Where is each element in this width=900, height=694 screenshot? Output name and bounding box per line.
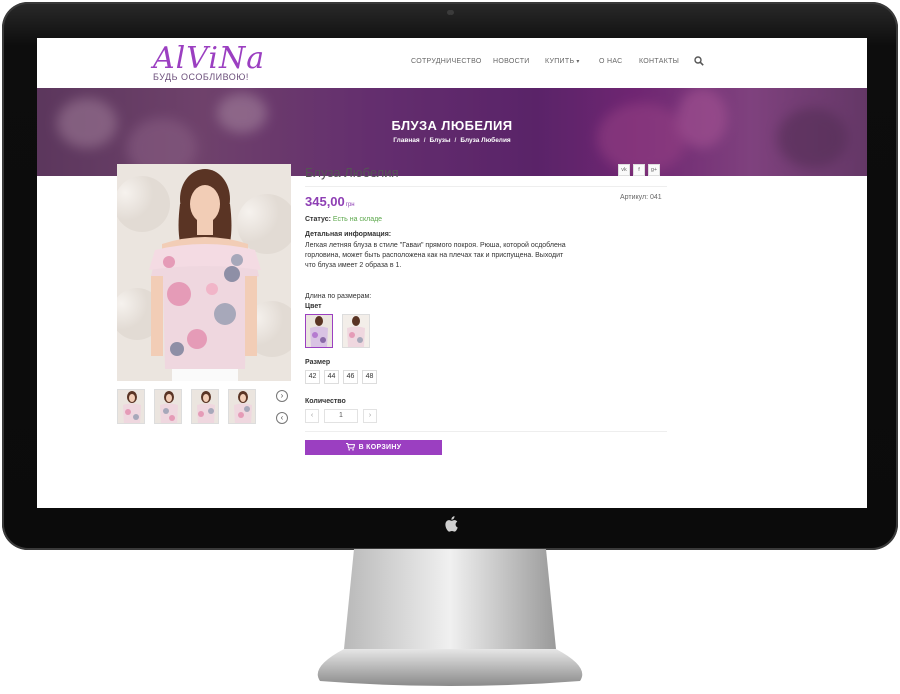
chevron-down-icon: ▾ bbox=[576, 59, 580, 65]
details-description: Легкая летняя блуза в стиле "Гаваи" прям… bbox=[305, 242, 566, 269]
page-title: БЛУЗА ЛЮБЕЛИЯ bbox=[391, 118, 513, 133]
nav-item-contacts[interactable]: КОНТАКТЫ bbox=[639, 58, 679, 65]
thumbnail-image bbox=[118, 390, 144, 423]
color-label: Цвет bbox=[305, 303, 322, 310]
swatch-image bbox=[306, 315, 332, 347]
price-currency: грн bbox=[345, 202, 355, 208]
breadcrumb-separator: / bbox=[423, 137, 426, 144]
share-facebook-button[interactable]: f bbox=[633, 164, 645, 176]
product-title: Блуза Любелия bbox=[305, 165, 399, 180]
size-option[interactable]: 42 bbox=[305, 370, 320, 384]
length-label: Длина по размерам: bbox=[305, 293, 372, 300]
thumbnail-image bbox=[155, 390, 181, 423]
quantity-input[interactable]: 1 bbox=[324, 409, 358, 423]
google-plus-icon: g+ bbox=[650, 167, 658, 173]
nav-item-about[interactable]: О НАС bbox=[599, 58, 623, 65]
apple-logo-icon bbox=[445, 516, 458, 532]
share-vk-button[interactable]: vk bbox=[618, 164, 630, 176]
thumbnail-image bbox=[192, 390, 218, 423]
monitor-bezel: AlViNa БУДЬ ОСОБЛИВОЮ! СОТРУДНИЧЕСТВО НО… bbox=[2, 2, 898, 550]
chevron-right-icon: › bbox=[368, 412, 372, 419]
add-to-cart-button[interactable]: В КОРЗИНУ bbox=[305, 440, 442, 455]
nav-item-cooperation[interactable]: СОТРУДНИЧЕСТВО bbox=[411, 58, 482, 65]
nav-label: О НАС bbox=[599, 58, 623, 65]
page-hero-banner: БЛУЗА ЛЮБЕЛИЯ Главная / Блузы / Блуза Любели… bbox=[37, 88, 867, 176]
product-sku: Артикул: 041 bbox=[620, 194, 662, 201]
chevron-right-icon: › bbox=[280, 391, 284, 400]
breadcrumb: Главная / Блузы / Блуза Любелия bbox=[37, 137, 867, 144]
cart-icon bbox=[345, 443, 355, 451]
breadcrumb-category[interactable]: Блузы bbox=[430, 137, 451, 144]
site-header: AlViNa БУДЬ ОСОБЛИВОЮ! СОТРУДНИЧЕСТВО НО… bbox=[37, 38, 867, 88]
price-value: 345,00 bbox=[305, 194, 345, 209]
nav-label: КУПИТЬ bbox=[545, 58, 575, 65]
search-icon[interactable] bbox=[694, 56, 704, 66]
product-thumbnail[interactable] bbox=[191, 389, 219, 424]
product-price: 345,00грн bbox=[305, 194, 355, 209]
size-option[interactable]: 48 bbox=[362, 370, 377, 384]
thumbnail-image bbox=[229, 390, 255, 423]
stock-status: Статус: Есть на складе bbox=[305, 216, 382, 223]
nav-item-buy[interactable]: КУПИТЬ ▾ bbox=[545, 58, 580, 65]
website-screen: AlViNa БУДЬ ОСОБЛИВОЮ! СОТРУДНИЧЕСТВО НО… bbox=[37, 38, 867, 508]
vk-icon: vk bbox=[621, 167, 627, 173]
model-photo bbox=[117, 164, 291, 381]
gallery-next-button[interactable]: › bbox=[276, 390, 288, 402]
site-logo[interactable]: AlViNa bbox=[153, 41, 265, 76]
nav-item-news[interactable]: НОВОСТИ bbox=[493, 58, 530, 65]
divider bbox=[305, 186, 667, 187]
chevron-left-icon: ‹ bbox=[280, 413, 284, 422]
color-swatch[interactable] bbox=[342, 314, 370, 348]
details-heading: Детальная информация: bbox=[305, 231, 392, 238]
share-google-button[interactable]: g+ bbox=[648, 164, 660, 176]
product-thumbnail[interactable] bbox=[228, 389, 256, 424]
status-label: Статус: bbox=[305, 216, 331, 223]
facebook-icon: f bbox=[638, 167, 640, 173]
chevron-left-icon: ‹ bbox=[310, 412, 314, 419]
camera-lens bbox=[447, 10, 452, 15]
gallery-prev-button[interactable]: ‹ bbox=[276, 412, 288, 424]
quantity-label: Количество bbox=[305, 398, 346, 405]
quantity-decrease-button[interactable]: ‹ bbox=[305, 409, 319, 423]
quantity-increase-button[interactable]: › bbox=[363, 409, 377, 423]
color-swatch[interactable] bbox=[305, 314, 333, 348]
size-option[interactable]: 44 bbox=[324, 370, 339, 384]
nav-label: НОВОСТИ bbox=[493, 58, 530, 65]
size-label: Размер bbox=[305, 359, 331, 366]
breadcrumb-current: Блуза Любелия bbox=[460, 137, 511, 144]
breadcrumb-separator: / bbox=[454, 137, 457, 144]
monitor-stand bbox=[317, 549, 583, 686]
cart-button-label: В КОРЗИНУ bbox=[358, 444, 402, 451]
swatch-image bbox=[343, 315, 369, 347]
divider bbox=[305, 431, 667, 432]
nav-label: СОТРУДНИЧЕСТВО bbox=[411, 58, 482, 65]
status-badge: Есть на складе bbox=[332, 216, 383, 223]
breadcrumb-home[interactable]: Главная bbox=[393, 137, 419, 144]
logo-tagline: БУДЬ ОСОБЛИВОЮ! bbox=[153, 72, 249, 82]
size-option[interactable]: 46 bbox=[343, 370, 358, 384]
product-main-image[interactable] bbox=[117, 164, 291, 381]
product-thumbnail[interactable] bbox=[117, 389, 145, 424]
nav-label: КОНТАКТЫ bbox=[639, 58, 680, 65]
product-thumbnail[interactable] bbox=[154, 389, 182, 424]
